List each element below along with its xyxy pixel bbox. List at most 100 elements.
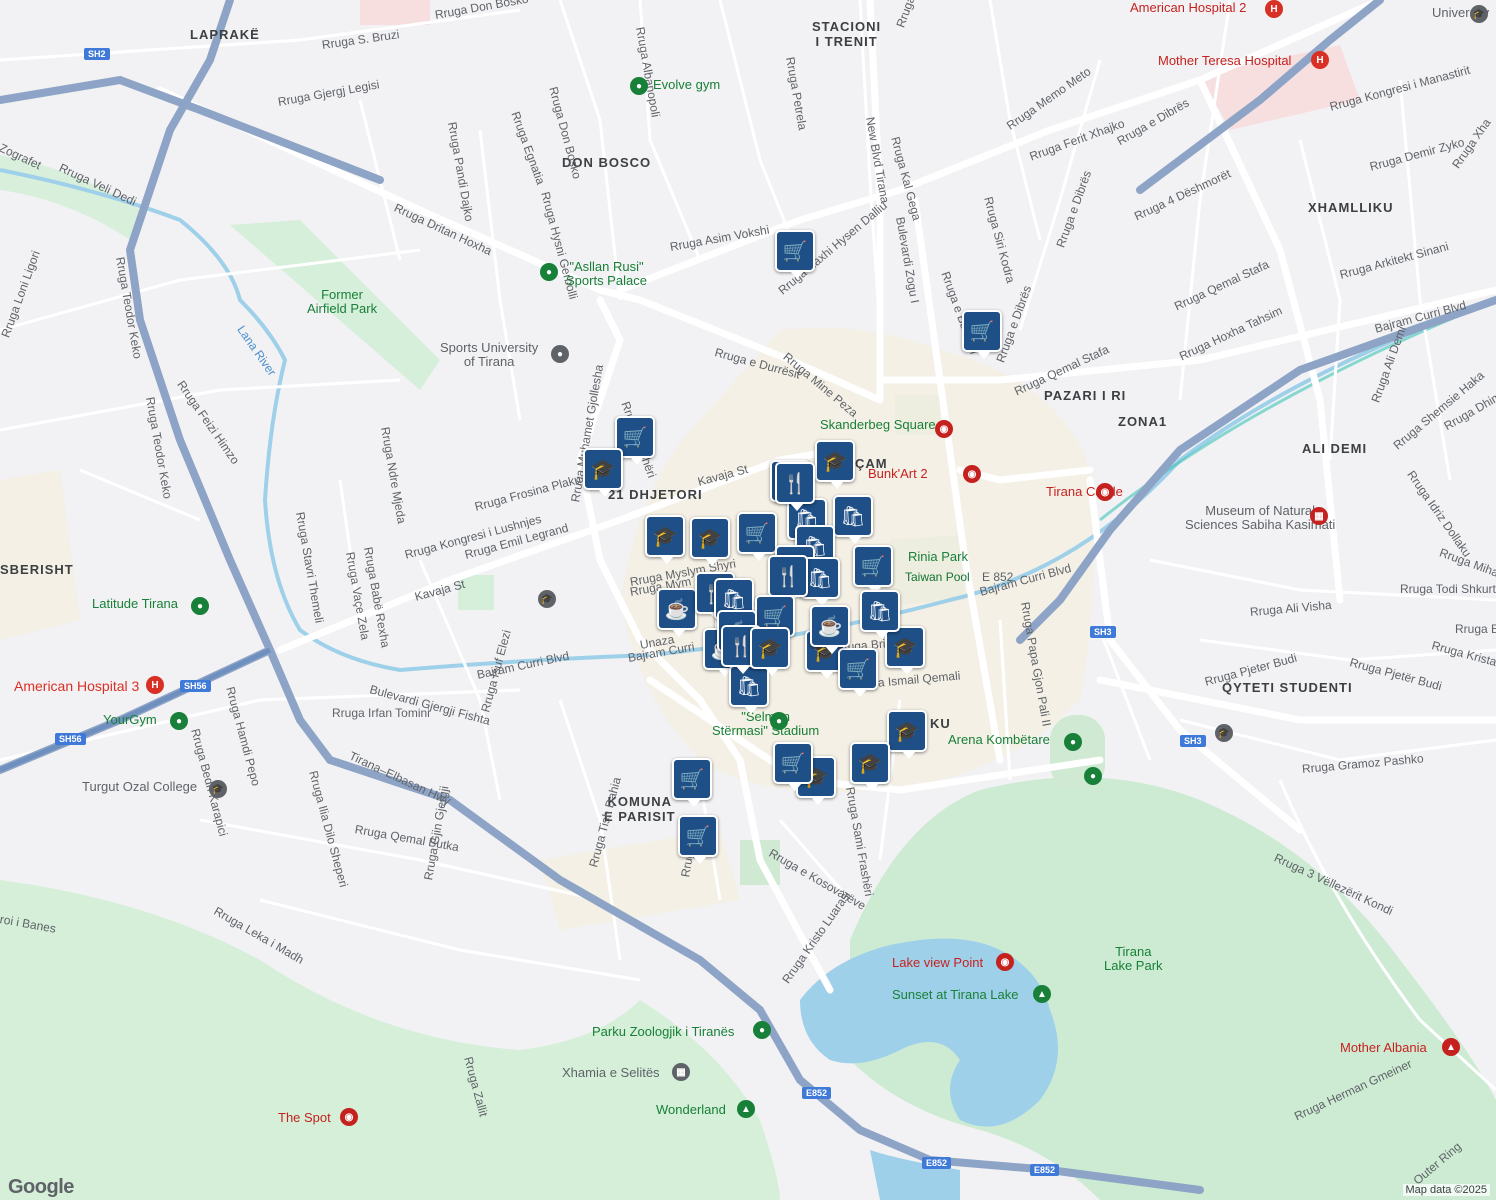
map-marker-school-icon[interactable]: 🎓 [645,515,685,564]
street-label: Rruga Todi Shkurti [1400,582,1496,596]
hospital-area-2 [360,0,430,25]
map-marker-school-icon[interactable]: 🎓 [850,742,890,791]
map-marker-shopping-cart-icon[interactable]: 🛒 [773,742,813,791]
poi-pin-icon[interactable]: ● [170,712,188,730]
poi-label-education: Turgut Ozal College [82,779,198,794]
poi-label-gym: Latitude Tirana [92,596,179,611]
poi-pin-icon[interactable]: ▦ [1310,507,1328,525]
area-label: ALI DEMI [1302,441,1368,456]
poi-label-park: Rinia Park [908,549,968,564]
map-marker-cafe-icon[interactable]: ☕ [657,588,697,637]
road-shield: E852 [802,1087,832,1099]
urban-west [0,470,80,640]
area-label: PAZARI I RI [1044,388,1127,403]
road-shield: E852 [1030,1164,1060,1176]
area-label: XHAMLLIKU [1308,200,1394,215]
map-marker-shopping-cart-icon[interactable]: 🛒 [962,310,1002,359]
poi-label-park: Tirana Lake Park [1104,944,1163,973]
map-marker-restaurant-icon[interactable]: 🍴 [775,462,815,511]
map-data-attribution[interactable]: Map data ©2025 [1402,1184,1490,1196]
road-shield: SH3 [1180,735,1206,747]
poi-pin-icon[interactable]: ◉ [935,420,953,438]
road-shield: SH3 [1090,626,1116,638]
area-label: STACIONI I TRENIT [812,19,882,49]
area-label: ZONA1 [1118,414,1168,429]
poi-label-park: Wonderland [656,1102,726,1117]
road-shield: E852 [922,1157,952,1169]
poi-pin-icon[interactable]: ● [191,597,209,615]
poi-pin-icon[interactable]: ◉ [340,1108,358,1126]
map-marker-shopping-cart-icon[interactable]: 🛒 [775,230,815,279]
poi-pin-icon[interactable]: ● [551,345,569,363]
street-label: E 852 [982,570,1014,584]
poi-label-attraction: Mother Albania [1340,1040,1427,1055]
poi-pin-icon[interactable]: ◉ [963,465,981,483]
map-marker-school-icon[interactable]: 🎓 [885,626,925,675]
street-label: Rruga Es [1455,622,1496,636]
map-marker-school-icon[interactable]: 🎓 [690,517,730,566]
map-marker-shopping-bag-icon[interactable]: 🛍 [860,590,900,639]
poi-label-attraction: The Spot [278,1110,331,1125]
poi-label-hospital: American Hospital 2 [1130,0,1247,15]
poi-label-gym: YourGym [103,712,157,727]
poi-label-gym: "Asllan Rusi" Sports Palace [566,259,647,288]
poi-pin-icon[interactable]: 🎓 [1215,724,1233,742]
poi-pin-icon[interactable]: H [1265,0,1283,18]
poi-label-religious: Xhamia e Selitës [562,1065,660,1080]
area-label: SBERISHT [0,562,74,577]
poi-pin-icon[interactable]: ● [630,77,648,95]
area-label: LAPRAKË [190,27,260,42]
poi-pin-icon[interactable]: 🎓 [1470,5,1488,23]
poi-label-gym: Evolve gym [653,77,721,92]
poi-pin-icon[interactable]: H [146,676,164,694]
area-label: 21 DHJETORI [608,487,703,502]
poi-pin-icon[interactable]: ◉ [996,953,1014,971]
poi-label-education: Sports University of Tirana [440,340,539,369]
poi-pin-icon[interactable]: ● [753,1021,771,1039]
map-marker-school-icon[interactable]: 🎓 [887,710,927,759]
poi-pin-icon[interactable]: 🎓 [209,780,227,798]
poi-pin-icon[interactable]: H [1311,51,1329,69]
poi-label-hospital: Mother Teresa Hospital [1158,53,1292,68]
poi-pin-icon[interactable]: ● [770,712,788,730]
map-marker-school-icon[interactable]: 🎓 [750,627,790,676]
poi-label-stadium: "Selman Stërmasi" Stadium [712,709,820,738]
street-label: Rruga Irfan Tomini [332,706,430,720]
poi-pin-icon[interactable]: ▦ [672,1063,690,1081]
park-south-hills [0,880,780,1200]
road-shield: SH56 [55,733,86,745]
map-canvas[interactable]: LAPRAKË STACIONI I TRENIT DON BOSCO XHAMLLIK… [0,0,1496,1200]
map-marker-shopping-bag-icon[interactable]: 🛍 [833,495,873,544]
map-marker-shopping-cart-icon[interactable]: 🛒 [838,648,878,697]
map-marker-shopping-cart-icon[interactable]: 🛒 [672,758,712,807]
poi-label-water: Taiwan Pool [905,570,970,584]
poi-pin-icon[interactable]: ▲ [1442,1038,1460,1056]
poi-label-attraction: Skanderbeg Square [820,417,936,432]
area-label: QYTETI STUDENTI [1222,680,1353,695]
map-marker-school-icon[interactable]: 🎓 [583,448,623,497]
area-label: KU [930,716,951,731]
poi-pin-icon[interactable]: ● [1064,733,1082,751]
map-marker-shopping-cart-icon[interactable]: 🛒 [737,512,777,561]
poi-label-park: Sunset at Tirana Lake [892,987,1019,1002]
poi-label-park: Former Airfield Park [307,287,378,316]
map-marker-restaurant-icon[interactable]: 🍴 [768,555,808,604]
google-logo: Google [8,1176,74,1198]
map-marker-cafe-icon[interactable]: ☕ [810,605,850,654]
map-marker-shopping-cart-icon[interactable]: 🛒 [853,545,893,594]
poi-pin-icon[interactable]: ▲ [1033,985,1051,1003]
road-shield: SH2 [84,48,110,60]
poi-label-stadium: Arena Kombëtare [948,732,1050,747]
poi-pin-icon[interactable]: ● [540,263,558,281]
poi-pin-icon[interactable]: ● [1084,767,1102,785]
poi-pin-icon[interactable]: 🎓 [538,590,556,608]
poi-pin-icon[interactable]: ◉ [1096,483,1114,501]
poi-label-attraction: Lake view Point [892,955,984,970]
poi-pin-icon[interactable]: ▲ [737,1100,755,1118]
poi-label-zoo: Parku Zoologjik i Tiranës [592,1024,735,1039]
map-marker-shopping-cart-icon[interactable]: 🛒 [678,815,718,864]
poi-label-attraction: Bunk'Art 2 [868,466,928,481]
road-shield: SH56 [180,680,211,692]
map-marker-school-icon[interactable]: 🎓 [815,440,855,489]
poi-label-hospital: American Hospital 3 [14,678,140,694]
